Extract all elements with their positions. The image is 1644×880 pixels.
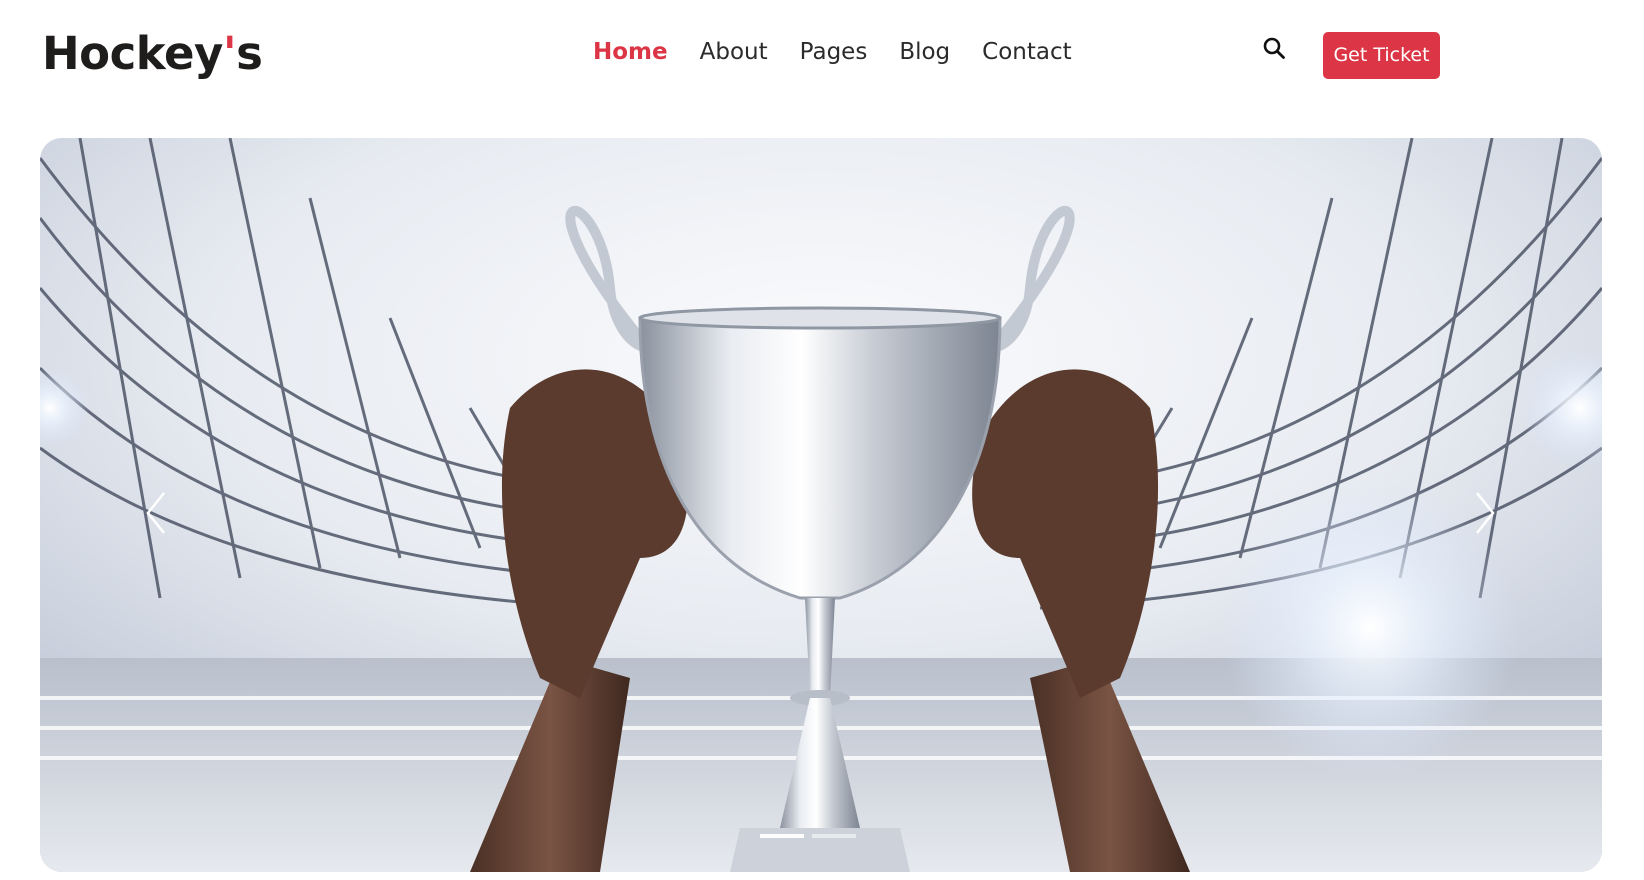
search-icon[interactable] xyxy=(1262,36,1288,62)
nav-item-blog[interactable]: Blog xyxy=(899,34,950,70)
hero-image xyxy=(40,138,1602,872)
chevron-right-icon[interactable] xyxy=(1467,483,1503,543)
site-logo[interactable]: Hockey's xyxy=(42,22,263,86)
nav-item-about[interactable]: About xyxy=(700,34,768,70)
carousel-indicator-2[interactable] xyxy=(812,834,856,838)
carousel-indicator-1[interactable] xyxy=(760,834,804,838)
chevron-left-icon[interactable] xyxy=(138,483,174,543)
logo-apostrophe: ' xyxy=(222,27,237,80)
carousel-indicators xyxy=(760,834,856,838)
nav-item-contact[interactable]: Contact xyxy=(982,34,1071,70)
hero-carousel xyxy=(40,138,1602,872)
main-nav: Home About Pages Blog Contact xyxy=(593,34,1072,70)
nav-item-pages[interactable]: Pages xyxy=(800,34,868,70)
get-ticket-button[interactable]: Get Ticket xyxy=(1323,32,1440,79)
site-header: Hockey's Home About Pages Blog Contact G… xyxy=(0,0,1644,120)
nav-item-home[interactable]: Home xyxy=(593,34,668,70)
